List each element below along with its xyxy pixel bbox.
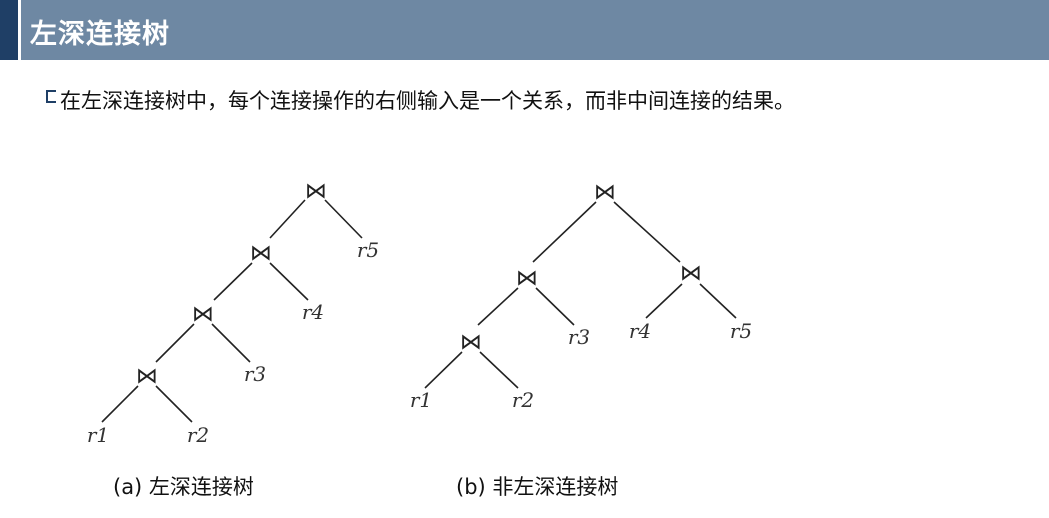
edge-b-j3-r4 xyxy=(645,283,683,319)
edge-b-j4-r1 xyxy=(424,351,463,389)
relation-label: r5 xyxy=(357,238,379,262)
edge-a-j2-j3 xyxy=(213,262,253,301)
relation-label: r5 xyxy=(730,319,752,343)
join-icon: ⋈ xyxy=(192,302,214,327)
caption-non-left-deep-tree: (b) 非左深连接树 xyxy=(456,475,619,499)
relation-label: r2 xyxy=(187,423,209,447)
edge-b-root-left xyxy=(532,201,597,263)
relation-label: r4 xyxy=(302,300,324,324)
edge-b-j3-r5 xyxy=(699,283,737,319)
join-icon: ⋈ xyxy=(250,241,272,266)
relation-label: r2 xyxy=(512,388,534,412)
edge-b-j2-r3 xyxy=(535,287,575,326)
edge-a-j3-r3 xyxy=(211,323,251,363)
edge-b-j2-j4 xyxy=(477,287,519,326)
join-icon: ⋈ xyxy=(305,179,327,204)
relation-label: r3 xyxy=(568,325,590,349)
relation-label: r3 xyxy=(244,362,266,386)
edge-a-j1-r5 xyxy=(324,199,363,239)
join-tree-diagrams: ⋈ ⋈ ⋈ ⋈ ⋈ ⋈ ⋈ ⋈ r5 r4 r3 r1 r2 r3 r4 r5 … xyxy=(87,179,752,447)
join-icon: ⋈ xyxy=(460,330,482,355)
join-icon: ⋈ xyxy=(136,364,158,389)
edge-a-j4-r1 xyxy=(101,385,139,423)
edge-b-j4-r2 xyxy=(479,351,519,389)
edge-a-j1-j2 xyxy=(269,199,306,239)
relation-label: r1 xyxy=(410,388,432,412)
caption-left-deep-tree: (a) 左深连接树 xyxy=(113,475,254,499)
join-icon: ⋈ xyxy=(516,266,538,291)
edge-a-j3-j4 xyxy=(155,323,195,363)
relation-label: r4 xyxy=(629,319,651,343)
join-icon: ⋈ xyxy=(594,180,616,205)
edge-b-root-right xyxy=(613,201,681,263)
edge-a-j2-r4 xyxy=(269,262,309,301)
relation-label: r1 xyxy=(87,423,109,447)
join-icon: ⋈ xyxy=(680,261,702,286)
edge-a-j4-r2 xyxy=(155,385,193,423)
